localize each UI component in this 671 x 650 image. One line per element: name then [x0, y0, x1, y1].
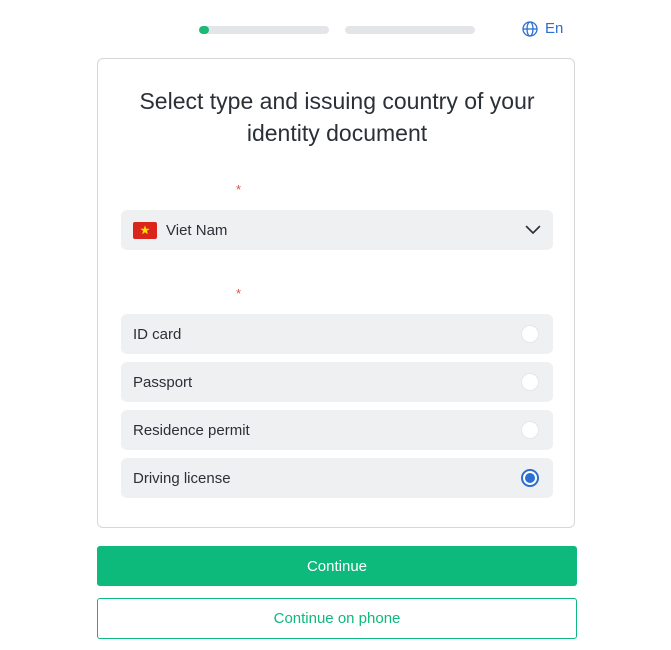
country-select-value: Viet Nam	[166, 221, 228, 239]
option-label: ID card	[133, 325, 182, 343]
country-select[interactable]: Viet Nam	[121, 210, 553, 250]
document-option-passport[interactable]: Passport	[121, 362, 553, 402]
document-type-required-mark: *	[236, 286, 242, 301]
continue-button[interactable]: Continue	[97, 546, 577, 586]
chevron-down-icon	[525, 225, 541, 235]
document-option-residence-permit[interactable]: Residence permit	[121, 410, 553, 450]
radio-button[interactable]	[521, 373, 539, 391]
radio-button-checked[interactable]	[521, 469, 539, 487]
progress-steps	[0, 26, 671, 36]
country-required-mark: *	[236, 182, 242, 197]
radio-button[interactable]	[521, 325, 539, 343]
language-selector[interactable]: En	[522, 20, 563, 37]
option-label: Residence permit	[133, 421, 250, 439]
document-option-driving-license[interactable]: Driving license	[121, 458, 553, 498]
language-label: En	[545, 20, 564, 37]
option-label: Passport	[133, 373, 193, 391]
radio-button[interactable]	[521, 421, 539, 439]
page-title: Select type and issuing country of your …	[139, 88, 535, 146]
vietnam-flag-icon	[133, 221, 157, 239]
progress-step-1-fill	[199, 26, 210, 34]
globe-icon	[522, 20, 538, 37]
document-option-id-card[interactable]: ID card	[121, 314, 553, 354]
document-selection-card: Select type and issuing country of your …	[97, 58, 575, 528]
progress-step-1	[199, 26, 329, 34]
radio-dot	[525, 473, 535, 483]
progress-step-2	[345, 26, 475, 34]
continue-on-phone-button[interactable]: Continue on phone	[97, 598, 577, 639]
document-type-options: ID card Passport Residence permit Drivin…	[121, 314, 553, 506]
option-label: Driving license	[133, 469, 231, 487]
